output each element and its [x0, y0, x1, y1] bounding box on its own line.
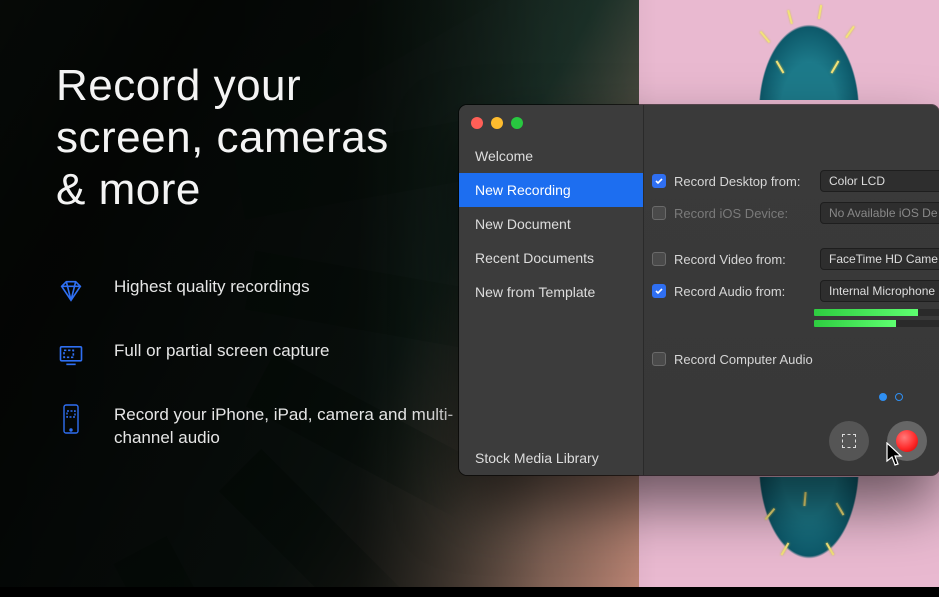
record-computer-audio-checkbox[interactable]: [652, 352, 666, 366]
pager-dot[interactable]: [879, 393, 887, 401]
pager-dot[interactable]: [895, 393, 903, 401]
record-icon: [896, 430, 918, 452]
feature-text: Highest quality recordings: [114, 276, 310, 299]
record-button[interactable]: [887, 421, 927, 461]
action-buttons: [829, 421, 927, 461]
sidebar-item-recent-documents[interactable]: Recent Documents: [459, 241, 643, 275]
audio-meter: [814, 309, 939, 316]
sidebar-item-label: Recent Documents: [475, 250, 594, 266]
record-video-checkbox[interactable]: [652, 252, 666, 266]
sidebar-item-welcome[interactable]: Welcome: [459, 139, 643, 173]
pager-dots: [879, 393, 903, 401]
sidebar-item-label: Welcome: [475, 148, 533, 164]
headline-line: & more: [56, 164, 456, 216]
headline-line: Record your: [56, 60, 456, 112]
record-desktop-select[interactable]: Color LCD: [820, 170, 939, 192]
sidebar-item-label: New Document: [475, 216, 571, 232]
recording-panel: Record Desktop from: Color LCD Record iO…: [644, 105, 939, 475]
record-video-select[interactable]: FaceTime HD Came: [820, 248, 939, 270]
screen-icon: [56, 340, 86, 370]
record-computer-audio-label: Record Computer Audio: [674, 352, 813, 367]
audio-level-meters: [644, 309, 939, 327]
feature-item: Full or partial screen capture: [56, 340, 456, 370]
app-window: Welcome New Recording New Document Recen…: [459, 105, 939, 475]
traffic-lights: [459, 113, 643, 139]
headline: Record your screen, cameras & more: [56, 60, 456, 216]
sidebar: Welcome New Recording New Document Recen…: [459, 105, 644, 475]
close-icon[interactable]: [471, 117, 483, 129]
record-audio-row: Record Audio from: Internal Microphone: [644, 277, 939, 305]
record-audio-checkbox[interactable]: [652, 284, 666, 298]
record-desktop-label: Record Desktop from:: [674, 174, 812, 189]
sidebar-item-stock-media[interactable]: Stock Media Library: [459, 441, 643, 475]
record-video-label: Record Video from:: [674, 252, 812, 267]
sidebar-item-new-recording[interactable]: New Recording: [459, 173, 643, 207]
record-ios-label: Record iOS Device:: [674, 206, 812, 221]
marketing-copy: Record your screen, cameras & more Highe…: [56, 60, 456, 484]
crop-region-button[interactable]: [829, 421, 869, 461]
sidebar-item-new-document[interactable]: New Document: [459, 207, 643, 241]
record-audio-select[interactable]: Internal Microphone: [820, 280, 939, 302]
record-ios-select[interactable]: No Available iOS De: [820, 202, 939, 224]
feature-text: Full or partial screen capture: [114, 340, 329, 363]
diamond-icon: [56, 276, 86, 306]
audio-meter: [814, 320, 939, 327]
headline-line: screen, cameras: [56, 112, 456, 164]
feature-list: Highest quality recordings Full or parti…: [56, 276, 456, 450]
record-ios-checkbox[interactable]: [652, 206, 666, 220]
record-ios-row: Record iOS Device: No Available iOS De: [644, 199, 939, 227]
record-audio-label: Record Audio from:: [674, 284, 812, 299]
sidebar-item-new-from-template[interactable]: New from Template: [459, 275, 643, 309]
sidebar-item-label: Stock Media Library: [475, 450, 599, 466]
feature-item: Record your iPhone, iPad, camera and mul…: [56, 404, 456, 450]
sidebar-item-label: New Recording: [475, 182, 571, 198]
crop-icon: [842, 434, 856, 448]
feature-text: Record your iPhone, iPad, camera and mul…: [114, 404, 456, 450]
minimize-icon[interactable]: [491, 117, 503, 129]
record-computer-audio-row: Record Computer Audio: [644, 345, 939, 373]
feature-item: Highest quality recordings: [56, 276, 456, 306]
device-icon: [56, 404, 86, 434]
record-video-row: Record Video from: FaceTime HD Came: [644, 245, 939, 273]
record-desktop-checkbox[interactable]: [652, 174, 666, 188]
sidebar-item-label: New from Template: [475, 284, 595, 300]
record-desktop-row: Record Desktop from: Color LCD: [644, 167, 939, 195]
zoom-icon[interactable]: [511, 117, 523, 129]
